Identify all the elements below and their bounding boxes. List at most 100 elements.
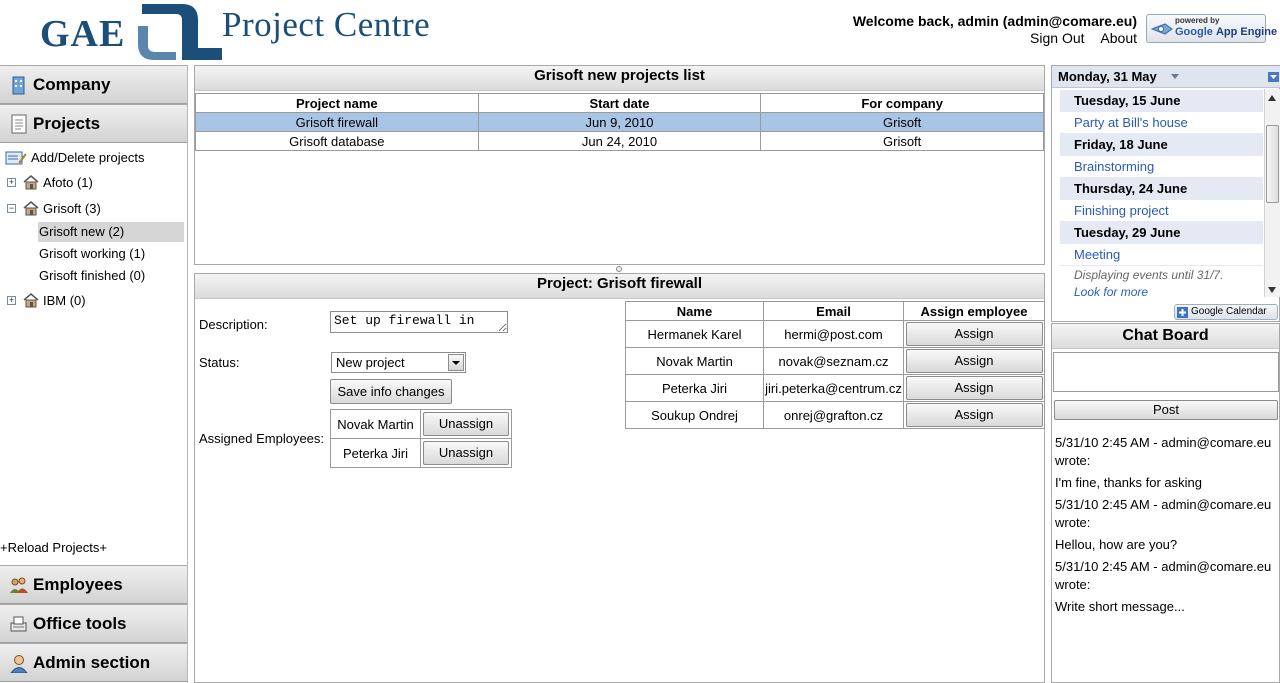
scroll-thumb[interactable] [1266,125,1279,203]
chat-message-text: I'm fine, thanks for asking [1055,475,1202,490]
column-header[interactable]: For company [760,93,1044,113]
unassign-button[interactable]: Unassign [423,412,509,436]
badge-powered-text: powered by [1175,16,1220,25]
cell-company[interactable]: Grisoft [760,112,1044,132]
description-textarea[interactable]: Set up firewall in [330,311,508,333]
reload-projects-link[interactable]: +Reload Projects+ [0,540,107,555]
plus-icon [1177,307,1188,318]
projects-list-panel: Grisoft new projects list Project name S… [194,65,1045,265]
calendar-header[interactable]: Monday, 31 May [1052,66,1280,88]
chat-message-meta: 5/31/10 2:45 AM - admin@comare.eu wrote: [1055,497,1272,530]
scroll-up-icon[interactable] [1268,95,1276,101]
chat-message-input[interactable] [1053,352,1279,392]
tree-item-grisoft-finished[interactable]: Grisoft finished (0) [39,266,185,286]
tree-item-ibm[interactable]: + IBM (0) [0,291,187,311]
column-header[interactable]: Project name [195,93,479,113]
tree-item-afoto[interactable]: + Afoto (1) [0,173,187,193]
expand-icon[interactable]: + [7,296,16,305]
employee-name: Novak Martin [624,347,765,375]
nav-employees[interactable]: Employees [0,565,187,604]
cell-project-name[interactable]: Grisoft database [195,131,479,151]
nav-company[interactable]: Company [0,65,187,104]
projects-list-title: Grisoft new projects list [195,66,1044,91]
tree-label: Afoto (1) [43,175,93,190]
calendar-date-row: Thursday, 24 June [1060,178,1263,200]
assign-button[interactable]: Assign [905,403,1043,427]
status-select[interactable]: New project [331,352,466,373]
description-label: Description: [199,317,268,332]
app-header: GAE Project Centre Welcome back, admin (… [0,0,1280,64]
logo-text: GAE [40,13,126,55]
badge-google-text: Google [1175,26,1213,38]
chevron-down-icon[interactable] [448,354,464,371]
google-calendar-label: Google Calendar [1191,306,1267,317]
table-row: Peterka Jiri jiri.peterka@centrum.cz Ass… [624,374,1045,402]
about-link[interactable]: About [1100,30,1137,46]
nav-projects[interactable]: Projects [0,104,187,143]
sidebar: Company Projects Add/Delete projects + A… [0,65,188,683]
app-engine-badge[interactable]: powered by Google App Engine [1146,14,1277,43]
table-row: Novak Martin Unassign [330,409,512,439]
unassign-button[interactable]: Unassign [423,441,509,465]
status-label: Status: [199,355,240,370]
table-row[interactable]: Grisoft database Jun 24, 2010 Grisoft [195,131,1044,151]
table-row[interactable]: Grisoft firewall Jun 9, 2010 Grisoft [195,112,1044,132]
look-for-more-link[interactable]: Look for more [1074,285,1148,299]
save-info-button[interactable]: Save info changes [330,379,452,404]
document-icon [11,114,27,134]
nav-employees-label: Employees [33,575,123,594]
calendar-event[interactable]: Brainstorming [1060,156,1263,178]
app-title: Project Centre [222,5,431,44]
add-delete-label: Add/Delete projects [31,150,145,165]
google-calendar-badge[interactable]: Google Calendar [1174,304,1278,320]
calendar-date-row: Friday, 18 June [1060,134,1263,156]
tree-label: Grisoft working (1) [39,246,146,261]
nav-company-label: Company [33,75,111,94]
column-header[interactable]: Start date [477,93,762,113]
add-delete-projects[interactable]: Add/Delete projects [0,148,187,168]
project-detail-panel: Project: Grisoft firewall Description: S… [194,273,1045,683]
assign-button[interactable]: Assign [905,349,1043,373]
calendar-event[interactable]: Meeting [1060,244,1263,266]
column-header: Name [624,301,765,321]
chat-title: Chat Board [1052,324,1279,349]
assigned-name: Peterka Jiri [330,438,421,468]
tree-item-grisoft-working[interactable]: Grisoft working (1) [39,244,185,264]
app-engine-icon [1151,23,1173,35]
cell-start-date[interactable]: Jun 24, 2010 [477,131,762,151]
chevron-down-icon[interactable] [1170,73,1180,81]
collapse-icon[interactable]: − [7,204,16,213]
dropdown-toggle-icon[interactable] [1268,72,1279,82]
nav-admin-section[interactable]: Admin section [0,643,187,682]
expand-icon[interactable]: + [7,178,16,187]
employee-email: onrej@grafton.cz [763,401,904,429]
table-header-row: Project name Start date For company [195,93,1044,113]
employee-name: Peterka Jiri [624,374,765,402]
employee-email: hermi@post.com [763,320,904,348]
cell-project-name[interactable]: Grisoft firewall [195,112,479,132]
chat-message-text: Write short message... [1055,599,1185,614]
header-links: Sign Out About [1018,30,1137,46]
calendar-event[interactable]: Party at Bill's house [1060,112,1263,134]
post-button[interactable]: Post [1054,400,1278,420]
cell-company[interactable]: Grisoft [760,131,1044,151]
project-detail-title: Project: Grisoft firewall [195,274,1044,299]
calendar-scrollbar[interactable] [1264,89,1280,297]
calendar-event[interactable]: Finishing project [1060,200,1263,222]
assign-button[interactable]: Assign [905,376,1043,400]
status-value: New project [336,355,405,370]
employee-email: novak@seznam.cz [763,347,904,375]
assign-button[interactable]: Assign [905,322,1043,346]
scroll-down-icon[interactable] [1268,287,1276,293]
sign-out-link[interactable]: Sign Out [1030,30,1084,46]
calendar-date-row: Tuesday, 15 June [1060,90,1263,112]
nav-office-tools[interactable]: Office tools [0,604,187,643]
tools-icon [10,616,27,632]
tree-item-grisoft[interactable]: − Grisoft (3) [0,199,187,219]
splitter-handle[interactable] [616,266,622,272]
nav-admin-section-label: Admin section [33,653,151,672]
cell-start-date[interactable]: Jun 9, 2010 [477,112,762,132]
nav-office-tools-label: Office tools [33,614,127,633]
chat-message-text: Hellou, how are you? [1055,537,1178,552]
tree-item-grisoft-new[interactable]: Grisoft new (2) [38,222,184,242]
